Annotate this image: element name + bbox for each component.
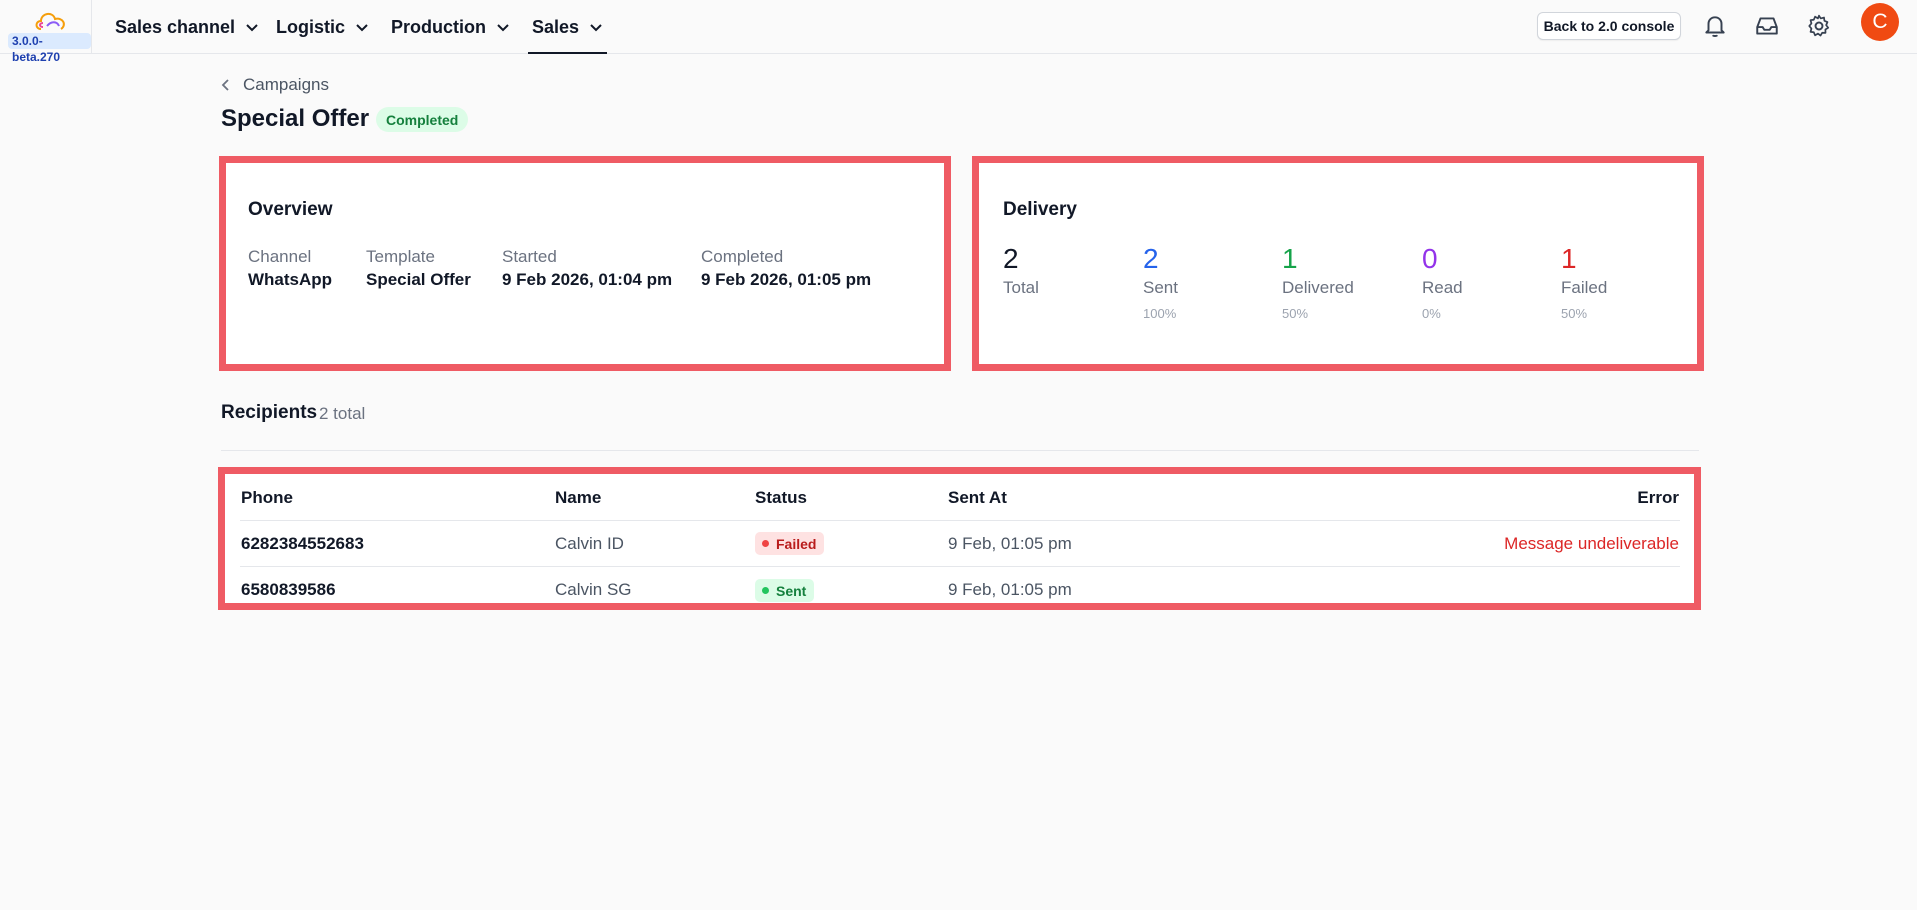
bell-icon[interactable] [1702,13,1728,39]
breadcrumb-campaigns[interactable]: Campaigns [243,75,329,95]
version-badge: 3.0.0-beta.270 [8,33,91,64]
delivered-percent: 50% [1282,306,1309,321]
nav-label: Production [391,16,486,37]
chevron-down-icon [246,24,258,32]
nav-label: Sales channel [115,16,236,37]
failed-label: Failed [1561,278,1608,297]
failed-percent: 50% [1561,306,1588,321]
completed-value: 9 Feb 2026, 01:05 pm [701,270,872,289]
cloud-logo-icon [35,13,65,30]
total-count: 2 [1003,243,1019,274]
error-cell: Message undeliverable [1504,534,1679,553]
nav-sales[interactable]: Sales [527,0,608,54]
sent-at-cell: 9 Feb, 01:05 pm [948,534,1072,553]
sent-count: 2 [1143,243,1159,274]
started-value: 9 Feb 2026, 01:04 pm [502,270,673,289]
gear-icon[interactable] [1806,13,1832,39]
status-dot-icon [762,540,769,547]
divider [221,450,1699,451]
user-avatar[interactable]: C [1861,3,1899,41]
nav-sales-channel[interactable]: Sales channel [115,0,259,54]
delivery-title: Delivery [1003,199,1077,220]
total-label: Total [1003,278,1039,297]
phone-cell: 6282384552683 [241,534,364,553]
overview-title: Overview [248,199,333,220]
nav-label: Sales [532,16,580,37]
column-header-phone[interactable]: Phone [241,488,293,508]
chevron-down-icon [497,24,509,32]
column-header-status[interactable]: Status [755,488,807,508]
nav-label: Logistic [276,16,346,37]
chevron-left-icon [221,79,229,91]
delivered-label: Delivered [1282,278,1354,297]
back-to-console-button[interactable]: Back to 2.0 console [1537,12,1681,40]
template-label: Template [366,247,435,266]
column-header-sent-at[interactable]: Sent At [948,488,1007,508]
table-divider [240,520,1680,521]
status-dot-icon [762,587,769,594]
column-header-error[interactable]: Error [1637,488,1679,508]
status-badge-failed: Failed [755,532,825,555]
sent-percent: 100% [1143,306,1177,321]
inbox-icon[interactable] [1754,13,1780,39]
overview-card: Overview Channel WhatsApp Template Speci… [219,156,951,371]
chevron-down-icon [356,24,368,32]
recipients-table: Phone Name Status Sent At Error 62823845… [218,467,1701,610]
phone-cell: 6580839586 [241,580,336,599]
status-text: Sent [776,582,807,599]
nav-logistic[interactable]: Logistic [276,0,369,54]
completed-label: Completed [701,247,784,266]
name-cell: Calvin ID [555,534,624,553]
chevron-down-icon [590,24,602,32]
status-text: Failed [776,535,817,552]
read-percent: 0% [1422,306,1441,321]
recipients-title: Recipients [221,402,318,423]
recipients-count: 2 total [319,404,366,423]
nav-production[interactable]: Production [391,0,510,54]
top-navbar: 3.0.0-beta.270 Sales channel Logistic Pr… [0,0,1917,64]
channel-value: WhatsApp [248,270,333,289]
status-badge-sent: Sent [755,579,815,602]
failed-count: 1 [1561,243,1577,274]
breadcrumb[interactable]: Campaigns [221,75,329,95]
app-logo[interactable]: 3.0.0-beta.270 [0,0,92,64]
table-divider [240,566,1680,567]
name-cell: Calvin SG [555,580,632,599]
status-badge: Completed [376,107,469,132]
delivery-card: Delivery 2 Total 2 Sent 100% 1 Delivered… [972,156,1704,371]
started-label: Started [502,247,557,266]
read-count: 0 [1422,243,1438,274]
delivered-count: 1 [1282,243,1298,274]
sent-label: Sent [1143,278,1178,297]
template-value: Special Offer [366,270,471,289]
column-header-name[interactable]: Name [555,488,601,508]
page-title: Special Offer [221,105,370,132]
sent-at-cell: 9 Feb, 01:05 pm [948,580,1072,599]
read-label: Read [1422,278,1463,297]
channel-label: Channel [248,247,312,266]
